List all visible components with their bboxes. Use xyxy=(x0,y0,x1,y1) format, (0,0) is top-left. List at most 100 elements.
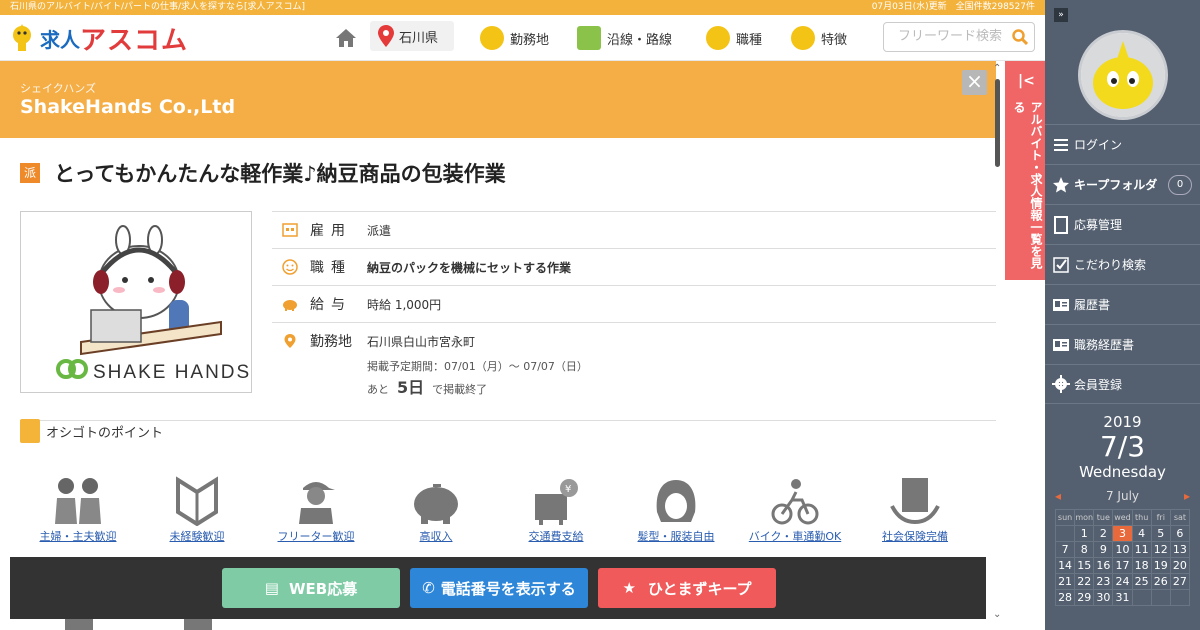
calendar-day[interactable]: 6 xyxy=(1169,525,1191,542)
row-salary-value: 時給 1,000円 xyxy=(367,297,442,312)
calendar-day[interactable]: 19 xyxy=(1150,557,1171,574)
calendar-next-icon[interactable]: ▸ xyxy=(1184,489,1190,503)
calendar-weekday-header: tue xyxy=(1093,509,1114,526)
collapse-left-icon: |< xyxy=(1018,73,1035,89)
point-freeter[interactable]: フリーター歓迎 xyxy=(266,476,366,544)
calendar-weekday-header: sun xyxy=(1054,509,1076,526)
mascot-avatar-icon xyxy=(1081,33,1165,117)
sidebar-item-login[interactable]: ログイン xyxy=(1045,124,1200,164)
scroll-up-icon[interactable]: ⌃ xyxy=(993,63,1001,74)
location-label: 石川県 xyxy=(399,30,439,46)
calendar-day[interactable]: 20 xyxy=(1169,557,1191,574)
top-info-right: 07月03日(水)更新 全国件数298527件 xyxy=(871,2,1035,12)
headset-rabbit-illustration: SHAKE HANDS xyxy=(56,225,251,383)
calendar-day[interactable]: 31 xyxy=(1112,589,1133,606)
logo-text: SHAKE HANDS xyxy=(93,362,251,383)
point-high-income[interactable]: 高収入 xyxy=(386,476,486,544)
sidebar-item-detailed-search[interactable]: こだわり検索 xyxy=(1045,244,1200,284)
show-phone-button[interactable]: ✆ 電話番号を表示する xyxy=(410,568,588,608)
scrollbar-thumb[interactable] xyxy=(995,79,1000,167)
job-title-row: 派 とってもかんたんな軽作業♪納豆商品の包装作業 xyxy=(20,158,506,188)
calendar-day[interactable]: 16 xyxy=(1093,557,1114,574)
calendar-day[interactable]: 3 xyxy=(1112,525,1133,542)
calendar-day[interactable]: 17 xyxy=(1112,557,1133,574)
job-list-tab[interactable]: |< アルバイト・求人情報一覧を見る xyxy=(1005,61,1045,280)
calendar-day[interactable]: 9 xyxy=(1093,541,1114,558)
keep-button[interactable]: ★ ひとまずキープ xyxy=(598,568,776,608)
calendar-day[interactable]: 15 xyxy=(1074,557,1095,574)
sidebar-item-applications[interactable]: 応募管理 xyxy=(1045,204,1200,244)
calendar-day[interactable]: 29 xyxy=(1074,589,1095,606)
calendar-day[interactable]: 22 xyxy=(1074,573,1095,590)
web-apply-button[interactable]: ▤ WEB応募 xyxy=(222,568,400,608)
sidebar-item-keep-folder[interactable]: キープフォルダ 0 xyxy=(1045,164,1200,204)
point-transport[interactable]: ¥ 交通費支給 xyxy=(506,476,606,544)
site-logo[interactable]: 求人 アスコム xyxy=(10,21,188,56)
calendar-day[interactable]: 1 xyxy=(1074,525,1095,542)
features-mascot-icon xyxy=(791,26,815,50)
calendar-day[interactable]: 11 xyxy=(1131,541,1152,558)
posting-period: 掲載予定期間：07/01（月）～ 07/07（日） xyxy=(367,360,588,373)
sidebar-item-register[interactable]: 会員登録 xyxy=(1045,364,1200,404)
sidebar-item-career-history[interactable]: 職務経歴書 xyxy=(1045,324,1200,364)
lightbulb-icon xyxy=(20,419,40,443)
calendar-day[interactable]: 30 xyxy=(1093,589,1114,606)
web-apply-label: WEB応募 xyxy=(288,579,358,598)
calendar-day[interactable]: 18 xyxy=(1131,557,1152,574)
calendar-day[interactable]: 26 xyxy=(1150,573,1171,590)
company-logo-image: SHAKE HANDS xyxy=(20,211,252,393)
scroll-down-icon[interactable]: ⌄ xyxy=(993,609,1001,620)
calendar-day[interactable]: 2 xyxy=(1093,525,1114,542)
calendar-day[interactable]: 28 xyxy=(1054,589,1076,606)
nav-job-type-label: 職種 xyxy=(736,32,763,48)
nav-line-label: 沿線・路線 xyxy=(607,32,673,48)
calendar-day[interactable]: 7 xyxy=(1054,541,1076,558)
sidebar-collapse-icon[interactable]: » xyxy=(1054,8,1068,22)
nav-job-type[interactable]: 職種 xyxy=(706,15,762,61)
calendar-day[interactable]: 21 xyxy=(1054,573,1076,590)
site-header: 求人 アスコム 石川県 勤務地 沿線・路線 職種 特徴 フリーワード検索 xyxy=(0,15,1045,61)
row-job-type: 職種 納豆のパックを機械にセットする作業 xyxy=(272,248,996,285)
calendar-day[interactable]: 14 xyxy=(1054,557,1076,574)
search-icon[interactable] xyxy=(1012,29,1028,45)
calendar-day[interactable]: 8 xyxy=(1074,541,1095,558)
calendar-day[interactable]: 12 xyxy=(1150,541,1171,558)
point-housewife[interactable]: 主婦・主夫歓迎 xyxy=(28,476,128,544)
search-input[interactable]: フリーワード検索 xyxy=(883,22,1035,52)
avatar[interactable] xyxy=(1078,30,1168,120)
right-sidebar: » ログイン キープフォルダ 0 応募管理 こだわり検索 履歴書 職務経歴書 会… xyxy=(1045,0,1200,630)
calendar-prev-icon[interactable]: ◂ xyxy=(1055,489,1061,503)
calendar-day[interactable]: 27 xyxy=(1169,573,1191,590)
calendar-weekday-header: fri xyxy=(1150,509,1171,526)
calendar-day xyxy=(1054,525,1076,542)
nav-features[interactable]: 特徴 xyxy=(791,15,847,61)
job-list-tab-label: アルバイト・求人情報一覧を見る xyxy=(1012,101,1043,269)
star-icon xyxy=(1052,176,1070,194)
svg-text:¥: ¥ xyxy=(565,484,571,495)
calendar-day[interactable]: 23 xyxy=(1093,573,1114,590)
point-hairstyle[interactable]: 髪型・服装自由 xyxy=(626,476,726,544)
calendar-day[interactable]: 24 xyxy=(1112,573,1133,590)
sidebar-item-resume[interactable]: 履歴書 xyxy=(1045,284,1200,324)
calendar-day[interactable]: 10 xyxy=(1112,541,1133,558)
smile-icon xyxy=(282,259,298,275)
point-bike[interactable]: バイク・車通勤OK xyxy=(745,476,845,544)
point-insurance[interactable]: 社会保険完備 xyxy=(865,476,965,544)
job-type-mascot-icon xyxy=(706,26,730,50)
nav-line[interactable]: 沿線・路線 xyxy=(577,15,672,61)
calendar-day[interactable]: 25 xyxy=(1131,573,1152,590)
point-bike-label: バイク・車通勤OK xyxy=(748,530,842,543)
row-employment: 雇用 派遣 xyxy=(272,211,996,248)
remain-days-value: 5日 xyxy=(397,378,425,397)
calendar-day[interactable]: 5 xyxy=(1150,525,1171,542)
nav-workplace[interactable]: 勤務地 xyxy=(480,15,549,61)
mascot-icon xyxy=(13,24,31,51)
close-button[interactable]: × xyxy=(962,70,987,95)
job-info-table: 雇用 派遣 職種 納豆のパックを機械にセットする作業 給与 時給 1,000円 … xyxy=(272,211,996,359)
calendar-day[interactable]: 4 xyxy=(1131,525,1152,542)
location-selector[interactable]: 石川県 xyxy=(370,21,454,51)
point-beginner[interactable]: 未経験歓迎 xyxy=(147,476,247,544)
calendar-day[interactable]: 13 xyxy=(1169,541,1191,558)
calendar-weekday-header: thu xyxy=(1131,509,1152,526)
home-button[interactable] xyxy=(335,15,357,61)
